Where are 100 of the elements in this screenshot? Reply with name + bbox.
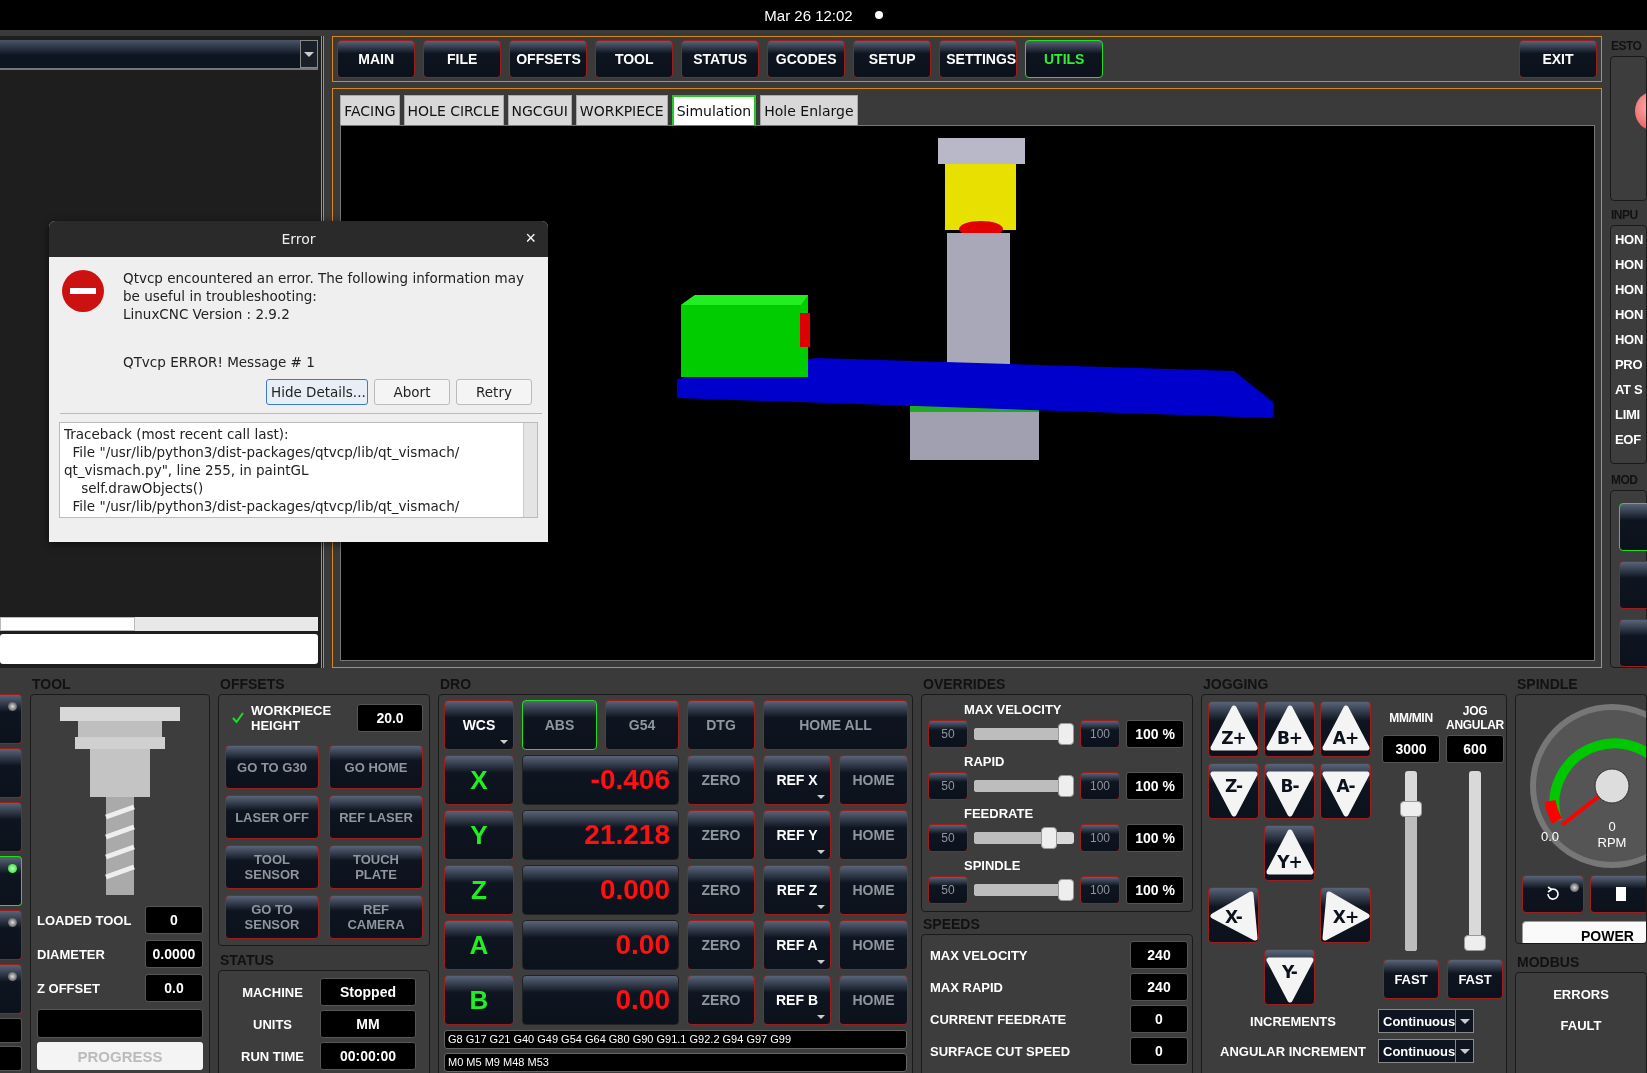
mode-button[interactable] — [1619, 503, 1647, 551]
dialog-button[interactable]: Retry — [456, 379, 532, 405]
stop-button[interactable] — [1590, 875, 1646, 913]
speed-label: SURFACE CUT SPEED — [930, 1043, 1071, 1059]
ref-button[interactable]: REF X — [763, 755, 831, 805]
slider-thumb[interactable] — [1464, 935, 1486, 951]
input-field[interactable] — [0, 634, 319, 664]
reverse-button[interactable] — [1522, 875, 1584, 913]
increment-select[interactable]: Continuous — [1378, 1039, 1474, 1063]
min-button[interactable]: 50 — [928, 876, 968, 904]
tab[interactable]: NGCGUI — [507, 95, 572, 125]
nav-button[interactable]: OFFSETS — [509, 40, 588, 78]
side-button[interactable] — [0, 694, 22, 744]
close-button[interactable]: × — [523, 229, 538, 247]
exit-button[interactable]: EXIT — [1519, 40, 1597, 78]
nav-button[interactable]: SETUP — [853, 40, 932, 78]
max-button[interactable]: 100 — [1080, 720, 1120, 748]
jog-button[interactable]: Z- — [1208, 763, 1259, 819]
slider-thumb[interactable] — [1058, 879, 1074, 901]
override-label: SPINDLE — [963, 857, 1022, 875]
axis-readout: -0.406 — [522, 755, 679, 805]
nav-button[interactable]: TOOL — [595, 40, 674, 78]
axis-label[interactable]: B — [444, 975, 514, 1025]
tab[interactable]: Hole Enlarge — [760, 95, 858, 125]
horizontal-scrollbar[interactable] — [0, 617, 319, 631]
dro-button[interactable]: WCS — [444, 700, 514, 750]
override-slider[interactable] — [974, 723, 1074, 745]
file-select[interactable] — [0, 40, 319, 70]
axis-readout: 21.218 — [522, 810, 679, 860]
jog-button[interactable]: A+ — [1320, 701, 1371, 757]
clock-text: Mar 26 12:02 — [764, 6, 853, 24]
max-button[interactable]: 100 — [1080, 824, 1120, 852]
max-button[interactable]: 100 — [1080, 876, 1120, 904]
input-label: HON — [1615, 281, 1644, 300]
axis-label[interactable]: X — [444, 755, 514, 805]
side-button[interactable] — [0, 856, 22, 906]
nav-button[interactable]: FILE — [423, 40, 502, 78]
axis-label[interactable]: Y — [444, 810, 514, 860]
jog-button[interactable]: A- — [1320, 763, 1371, 819]
min-button[interactable]: 50 — [928, 824, 968, 852]
override-label: RAPID — [963, 753, 1006, 771]
ref-button[interactable]: REF Z — [763, 865, 831, 915]
value-field: 20.0 — [357, 704, 423, 732]
led-icon — [8, 918, 17, 927]
speed-value: 0 — [1130, 1005, 1188, 1033]
dialog-button[interactable]: Abort — [374, 379, 450, 405]
jog-button[interactable]: Z+ — [1208, 701, 1259, 757]
speed-value: 240 — [1130, 941, 1188, 969]
ref-button[interactable]: REF A — [763, 920, 831, 970]
tab[interactable]: FACING — [340, 95, 400, 125]
max-button[interactable]: 100 — [1080, 772, 1120, 800]
side-button[interactable] — [0, 964, 22, 1014]
value-field: 0.0000 — [145, 940, 203, 968]
dialog-message: LinuxCNC Version : 2.9.2 — [123, 305, 291, 323]
override-slider[interactable] — [974, 775, 1074, 797]
nav-button[interactable]: UTILS — [1025, 40, 1104, 78]
vertical-scrollbar[interactable] — [523, 423, 537, 517]
tab[interactable]: HOLE CIRCLE — [403, 95, 504, 125]
jog-button[interactable]: Y- — [1264, 949, 1315, 1005]
checkbox[interactable] — [231, 711, 245, 725]
slider-thumb[interactable] — [1400, 800, 1422, 817]
jog-rate-slider[interactable] — [1464, 771, 1486, 951]
axis-label[interactable]: Z — [444, 865, 514, 915]
slider-thumb[interactable] — [1058, 775, 1074, 797]
input-label: HON — [1615, 231, 1644, 250]
speed-value: 240 — [1130, 973, 1188, 1001]
jog-button[interactable]: X- — [1208, 887, 1259, 943]
fast-button[interactable]: FAST — [1447, 959, 1503, 999]
field-label: WORKPIECE HEIGHT — [251, 703, 333, 733]
min-button[interactable]: 50 — [928, 720, 968, 748]
input-label: EOF — [1615, 431, 1642, 450]
tab[interactable]: WORKPIECE — [575, 95, 668, 125]
jog-rate-slider[interactable] — [1400, 771, 1422, 951]
nav-button[interactable]: GCODES — [767, 40, 846, 78]
override-slider[interactable] — [974, 827, 1074, 849]
ref-button[interactable]: REF Y — [763, 810, 831, 860]
override-reading: 100 % — [1126, 824, 1184, 852]
dialog-button[interactable]: Hide Details... — [266, 379, 368, 405]
side-button[interactable] — [0, 910, 22, 960]
jog-button[interactable]: X+ — [1320, 887, 1371, 943]
increment-select[interactable]: Continuous — [1378, 1009, 1474, 1033]
tab[interactable]: Simulation — [671, 95, 757, 125]
axis-label[interactable]: A — [444, 920, 514, 970]
slider-thumb[interactable] — [1058, 723, 1074, 745]
stop-icon — [1616, 887, 1626, 901]
min-button[interactable]: 50 — [928, 772, 968, 800]
ref-button[interactable]: REF B — [763, 975, 831, 1025]
jog-button[interactable]: B- — [1264, 763, 1315, 819]
override-slider[interactable] — [974, 879, 1074, 901]
power-button[interactable]: POWER — [1522, 921, 1646, 943]
nav-button[interactable]: SETTINGS — [939, 40, 1018, 78]
nav-button[interactable]: MAIN — [337, 40, 416, 78]
traceback-line: Traceback (most recent call last): — [64, 425, 290, 443]
nav-button[interactable]: STATUS — [681, 40, 760, 78]
jog-button[interactable]: B+ — [1264, 701, 1315, 757]
input-label: HON — [1615, 331, 1644, 350]
value-field: 0.0 — [145, 974, 203, 1002]
slider-thumb[interactable] — [1041, 827, 1058, 849]
jog-button[interactable]: Y+ — [1264, 825, 1315, 881]
fast-button[interactable]: FAST — [1383, 959, 1439, 999]
